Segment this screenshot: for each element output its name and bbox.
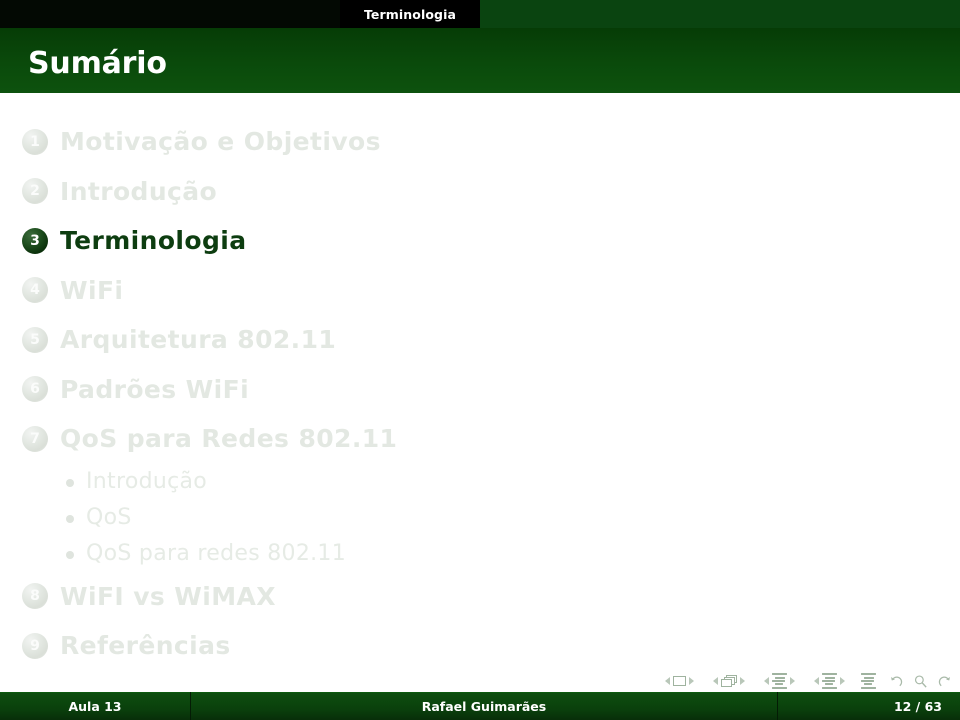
- toc-section-wifi[interactable]: 4 WiFi: [0, 266, 900, 316]
- section-number-badge: 8: [22, 583, 48, 610]
- toc-section-label: Introdução: [60, 176, 218, 206]
- toc-section-label: Motivação e Objetivos: [60, 127, 381, 157]
- toc-section-label: WiFI vs WiMAX: [60, 581, 276, 611]
- beamer-navigation-symbols: [662, 670, 952, 692]
- back-navigation-group[interactable]: [889, 674, 904, 689]
- next-frame-icon[interactable]: [740, 677, 745, 685]
- search-icon[interactable]: [913, 674, 928, 689]
- section-number-badge: 9: [22, 632, 48, 659]
- toc-section-label: QoS para Redes 802.11: [60, 424, 398, 454]
- section-number-badge: 5: [22, 326, 48, 353]
- header-navigation-bar: Terminologia: [0, 0, 960, 28]
- toc-section-label: Referências: [60, 631, 231, 661]
- forward-arrow-icon[interactable]: [937, 674, 952, 689]
- bullet-icon: [66, 550, 74, 559]
- footer-bar: Aula 13 Rafael Guimarães 12 / 63: [0, 692, 960, 720]
- previous-frame-icon[interactable]: [713, 677, 718, 685]
- next-section-icon[interactable]: [840, 676, 845, 685]
- section-navigation-group[interactable]: [811, 673, 848, 689]
- section-lines-icon[interactable]: [822, 673, 837, 689]
- toc-section-referencias[interactable]: 9 Referências: [0, 621, 900, 671]
- header-filler: [480, 0, 960, 28]
- footer-author: Rafael Guimarães: [191, 692, 777, 720]
- section-number-badge: 2: [22, 178, 48, 205]
- frames-icon[interactable]: [721, 674, 737, 688]
- toc-subsection-qos[interactable]: QoS: [0, 500, 900, 536]
- toc-section-padroes-wifi[interactable]: 6 Padrões WiFi: [0, 365, 900, 415]
- toc-section-introducao[interactable]: 2 Introdução: [0, 167, 900, 217]
- toc-subsection-label: QoS para redes 802.11: [86, 541, 347, 566]
- search-navigation-group[interactable]: [913, 674, 928, 689]
- subsection-lines-icon[interactable]: [772, 673, 787, 689]
- slide-body: 1 Motivação e Objetivos 2 Introdução 3 T…: [0, 93, 960, 660]
- toc-section-motivacao-e-objetivos[interactable]: 1 Motivação e Objetivos: [0, 117, 900, 167]
- header-section-tab[interactable]: [170, 0, 340, 28]
- section-number-badge: 6: [22, 376, 48, 403]
- subsection-navigation-group[interactable]: [761, 673, 798, 689]
- toc-subsection-label: QoS: [86, 505, 132, 530]
- slide-navigation-group[interactable]: [662, 676, 697, 686]
- forward-navigation-group[interactable]: [937, 674, 952, 689]
- frame-title-bar: Sumário: [0, 28, 960, 93]
- bullet-icon: [66, 478, 74, 487]
- toc-subsection-label: Introdução: [86, 469, 208, 494]
- toc-section-label: Arquitetura 802.11: [60, 325, 337, 355]
- next-slide-icon[interactable]: [689, 677, 694, 685]
- header-section-tab-active[interactable]: Terminologia: [340, 0, 480, 28]
- footer-lecture: Aula 13: [0, 692, 190, 720]
- back-arrow-icon[interactable]: [889, 674, 904, 689]
- header-section-tab[interactable]: [0, 0, 170, 28]
- toc-section-label: Terminologia: [60, 226, 247, 256]
- toc-section-terminologia[interactable]: 3 Terminologia: [0, 216, 900, 266]
- bullet-icon: [66, 514, 74, 523]
- document-navigation-group[interactable]: [861, 673, 876, 689]
- section-number-badge: 1: [22, 128, 48, 155]
- previous-slide-icon[interactable]: [665, 677, 670, 685]
- previous-subsection-icon[interactable]: [764, 676, 769, 685]
- frame-navigation-group[interactable]: [710, 674, 748, 688]
- toc-section-qos-para-redes-802-11[interactable]: 7 QoS para Redes 802.11: [0, 414, 900, 464]
- document-lines-icon[interactable]: [861, 673, 876, 689]
- previous-section-icon[interactable]: [814, 676, 819, 685]
- section-number-badge: 7: [22, 425, 48, 452]
- toc-section-label: Padrões WiFi: [60, 374, 250, 404]
- toc-section-arquitetura-802-11[interactable]: 5 Arquitetura 802.11: [0, 315, 900, 365]
- toc-subsection-introducao[interactable]: Introdução: [0, 464, 900, 500]
- toc-section-label: WiFi: [60, 275, 124, 305]
- toc-section-wifi-vs-wimax[interactable]: 8 WiFI vs WiMAX: [0, 572, 900, 622]
- section-number-badge: 4: [22, 277, 48, 304]
- next-subsection-icon[interactable]: [790, 676, 795, 685]
- page-title: Sumário: [28, 46, 167, 81]
- table-of-contents: 1 Motivação e Objetivos 2 Introdução 3 T…: [0, 117, 900, 671]
- footer-page-number: 12 / 63: [778, 692, 960, 720]
- section-number-badge: 3: [22, 227, 48, 254]
- slide-icon[interactable]: [673, 676, 686, 686]
- toc-subsection-qos-para-redes-802-11[interactable]: QoS para redes 802.11: [0, 536, 900, 572]
